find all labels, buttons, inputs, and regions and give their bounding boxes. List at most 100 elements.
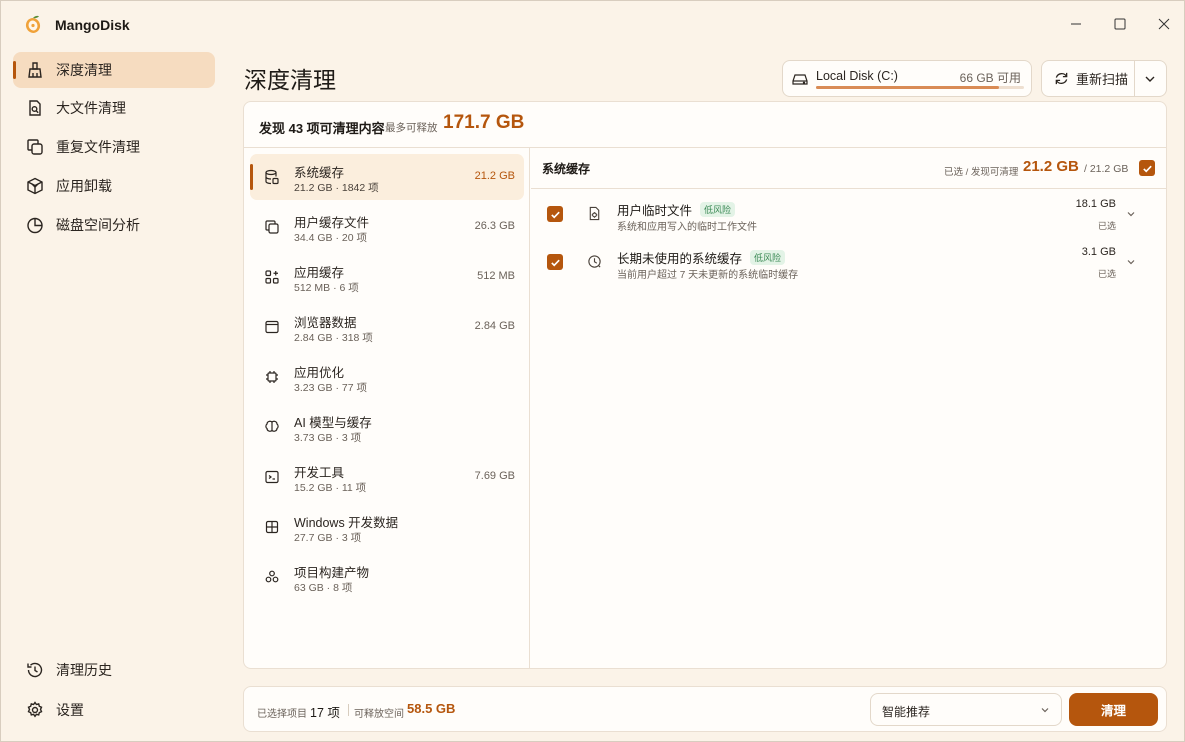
category-item-ai-models[interactable]: AI 模型与缓存 3.73 GB · 3 项 bbox=[250, 404, 524, 450]
selected-items-label: 已选择项目 bbox=[257, 709, 307, 720]
sidebar-item-uninstall[interactable]: 应用卸载 bbox=[13, 168, 215, 204]
sidebar-item-disk-analysis[interactable]: 磁盘空间分析 bbox=[13, 207, 215, 243]
windows-icon bbox=[265, 520, 279, 534]
sidebar-item-duplicates[interactable]: 重复文件清理 bbox=[13, 129, 215, 165]
freeable-space-value: 58.5 GB bbox=[407, 701, 456, 716]
clean-mode-select[interactable]: 智能推荐 bbox=[870, 693, 1062, 726]
sidebar-item-settings[interactable]: 设置 bbox=[13, 692, 215, 728]
divider bbox=[348, 704, 349, 716]
risk-badge: 低风险 bbox=[700, 202, 736, 217]
item-name: 用户临时文件 bbox=[617, 204, 693, 218]
item-description: 当前用户超过 7 天未更新的系统临时缓存 bbox=[617, 270, 799, 281]
database-icon bbox=[265, 169, 279, 185]
disk-name: Local Disk (C:) bbox=[816, 69, 898, 83]
category-size: 26.3 GB bbox=[474, 220, 515, 232]
category-size: 21.2 GB bbox=[474, 170, 515, 182]
category-size: 7.69 GB bbox=[474, 470, 515, 482]
maximize-icon bbox=[1114, 18, 1126, 30]
check-icon bbox=[1142, 165, 1152, 173]
disk-free-space: 66 GB 可用 bbox=[959, 71, 1021, 85]
disk-selector[interactable]: Local Disk (C:) 66 GB 可用 bbox=[782, 60, 1032, 97]
file-icon bbox=[589, 206, 600, 221]
category-meta: 512 MB · 6 项 bbox=[294, 282, 359, 294]
chevron-down-icon[interactable] bbox=[1142, 71, 1158, 87]
file-search-icon bbox=[25, 98, 45, 118]
chevron-down-icon[interactable] bbox=[1125, 256, 1137, 268]
category-item-build-artifacts[interactable]: 项目构建产物 63 GB · 8 项 bbox=[250, 554, 524, 600]
sidebar-item-large-files[interactable]: 大文件清理 bbox=[13, 90, 215, 126]
clean-results-card: 发现 43 项可清理内容 最多可释放 171.7 GB 系统缓存 21.2 GB… bbox=[243, 101, 1167, 669]
list-item[interactable]: 长期未使用的系统缓存 低风险 当前用户超过 7 天未更新的系统临时缓存 3.1 … bbox=[531, 238, 1166, 286]
category-name: AI 模型与缓存 bbox=[294, 416, 372, 430]
item-name: 长期未使用的系统缓存 bbox=[617, 252, 743, 266]
item-checkbox[interactable] bbox=[547, 206, 563, 222]
history-icon bbox=[25, 660, 45, 680]
clean-mode-value: 智能推荐 bbox=[882, 705, 931, 719]
close-icon bbox=[1158, 18, 1170, 30]
clean-button[interactable]: 清理 bbox=[1069, 693, 1158, 726]
clock-icon bbox=[588, 255, 601, 268]
close-button[interactable] bbox=[1149, 11, 1179, 37]
sidebar-item-label: 深度清理 bbox=[56, 62, 112, 78]
divider bbox=[1134, 61, 1135, 96]
category-item-dev-tools[interactable]: 开发工具 15.2 GB · 11 项 7.69 GB bbox=[250, 454, 524, 500]
sidebar-item-label: 重复文件清理 bbox=[56, 139, 140, 155]
category-item-user-cache[interactable]: 用户缓存文件 34.4 GB · 20 项 26.3 GB bbox=[250, 204, 524, 250]
app-title: MangoDisk bbox=[55, 17, 130, 33]
category-meta: 27.7 GB · 3 项 bbox=[294, 532, 362, 544]
disk-usage-bar bbox=[816, 86, 1024, 89]
maximize-button[interactable] bbox=[1105, 11, 1135, 37]
disk-usage-fill bbox=[816, 86, 1000, 89]
category-meta: 21.2 GB · 1842 项 bbox=[294, 182, 379, 194]
detail-header: 系统缓存 已选 / 发现可清理 21.2 GB / 21.2 GB bbox=[531, 148, 1166, 189]
select-all-checkbox[interactable] bbox=[1139, 160, 1155, 176]
cubes-icon bbox=[265, 570, 279, 583]
sidebar-item-label: 设置 bbox=[56, 702, 84, 718]
category-meta: 3.23 GB · 77 项 bbox=[294, 382, 367, 394]
chip-icon bbox=[266, 371, 278, 383]
category-meta: 63 GB · 8 项 bbox=[294, 582, 353, 594]
check-icon bbox=[550, 211, 560, 219]
package-icon bbox=[25, 176, 45, 196]
chevron-down-icon[interactable] bbox=[1125, 208, 1137, 220]
category-meta: 34.4 GB · 20 项 bbox=[294, 232, 367, 244]
item-checkbox[interactable] bbox=[547, 254, 563, 270]
apps-icon bbox=[265, 270, 279, 284]
summary-max-label: 最多可释放 bbox=[385, 122, 438, 134]
item-state: 已选 bbox=[1097, 269, 1116, 279]
category-detail-panel: 系统缓存 已选 / 发现可清理 21.2 GB / 21.2 GB 用户临时文件… bbox=[531, 148, 1166, 668]
chevron-down-icon bbox=[1041, 708, 1049, 713]
rescan-button[interactable]: 重新扫描 bbox=[1042, 61, 1134, 96]
item-size: 3.1 GB bbox=[1081, 246, 1116, 258]
detail-selected-total: / 21.2 GB bbox=[1084, 163, 1129, 175]
detail-selected-value: 21.2 GB bbox=[1023, 158, 1079, 175]
sidebar-item-label: 清理历史 bbox=[56, 662, 112, 678]
hard-drive-icon bbox=[792, 74, 808, 85]
minimize-button[interactable] bbox=[1061, 11, 1091, 37]
list-item[interactable]: 用户临时文件 低风险 系统和应用写入的临时工作文件 18.1 GB 已选 bbox=[531, 190, 1166, 238]
app-window: MangoDisk 深度清理 大文件清理 重复文件清理 应用卸载 磁盘空间分析 … bbox=[0, 0, 1185, 742]
category-item-browser-data[interactable]: 浏览器数据 2.84 GB · 318 项 2.84 GB bbox=[250, 304, 524, 350]
detail-selected-label: 已选 / 发现可清理 bbox=[944, 167, 1019, 178]
layers-icon bbox=[265, 220, 279, 234]
title-bar: MangoDisk bbox=[1, 1, 1184, 47]
sidebar-item-deep-clean[interactable]: 深度清理 bbox=[13, 52, 215, 88]
category-item-app-optimize[interactable]: 应用优化 3.23 GB · 77 项 bbox=[250, 354, 524, 400]
category-size: 512 MB bbox=[477, 270, 515, 282]
category-name: 应用缓存 bbox=[294, 266, 345, 280]
freeable-space-label: 可释放空间 bbox=[354, 709, 404, 720]
selected-items-count: 17 项 bbox=[310, 706, 340, 720]
broom-icon bbox=[25, 60, 45, 80]
category-item-system-cache[interactable]: 系统缓存 21.2 GB · 1842 项 21.2 GB bbox=[250, 154, 524, 200]
category-item-windows-dev[interactable]: Windows 开发数据 27.7 GB · 3 项 bbox=[250, 504, 524, 550]
detail-title: 系统缓存 bbox=[542, 162, 591, 176]
pie-chart-icon bbox=[25, 215, 45, 235]
sidebar-item-label: 应用卸载 bbox=[56, 178, 112, 194]
refresh-icon bbox=[1054, 71, 1070, 87]
category-name: 系统缓存 bbox=[294, 166, 345, 180]
category-meta: 15.2 GB · 11 项 bbox=[294, 482, 367, 494]
sidebar-item-history[interactable]: 清理历史 bbox=[13, 652, 215, 688]
category-name: 浏览器数据 bbox=[294, 316, 357, 330]
category-item-app-cache[interactable]: 应用缓存 512 MB · 6 项 512 MB bbox=[250, 254, 524, 300]
category-name: 应用优化 bbox=[294, 366, 345, 380]
